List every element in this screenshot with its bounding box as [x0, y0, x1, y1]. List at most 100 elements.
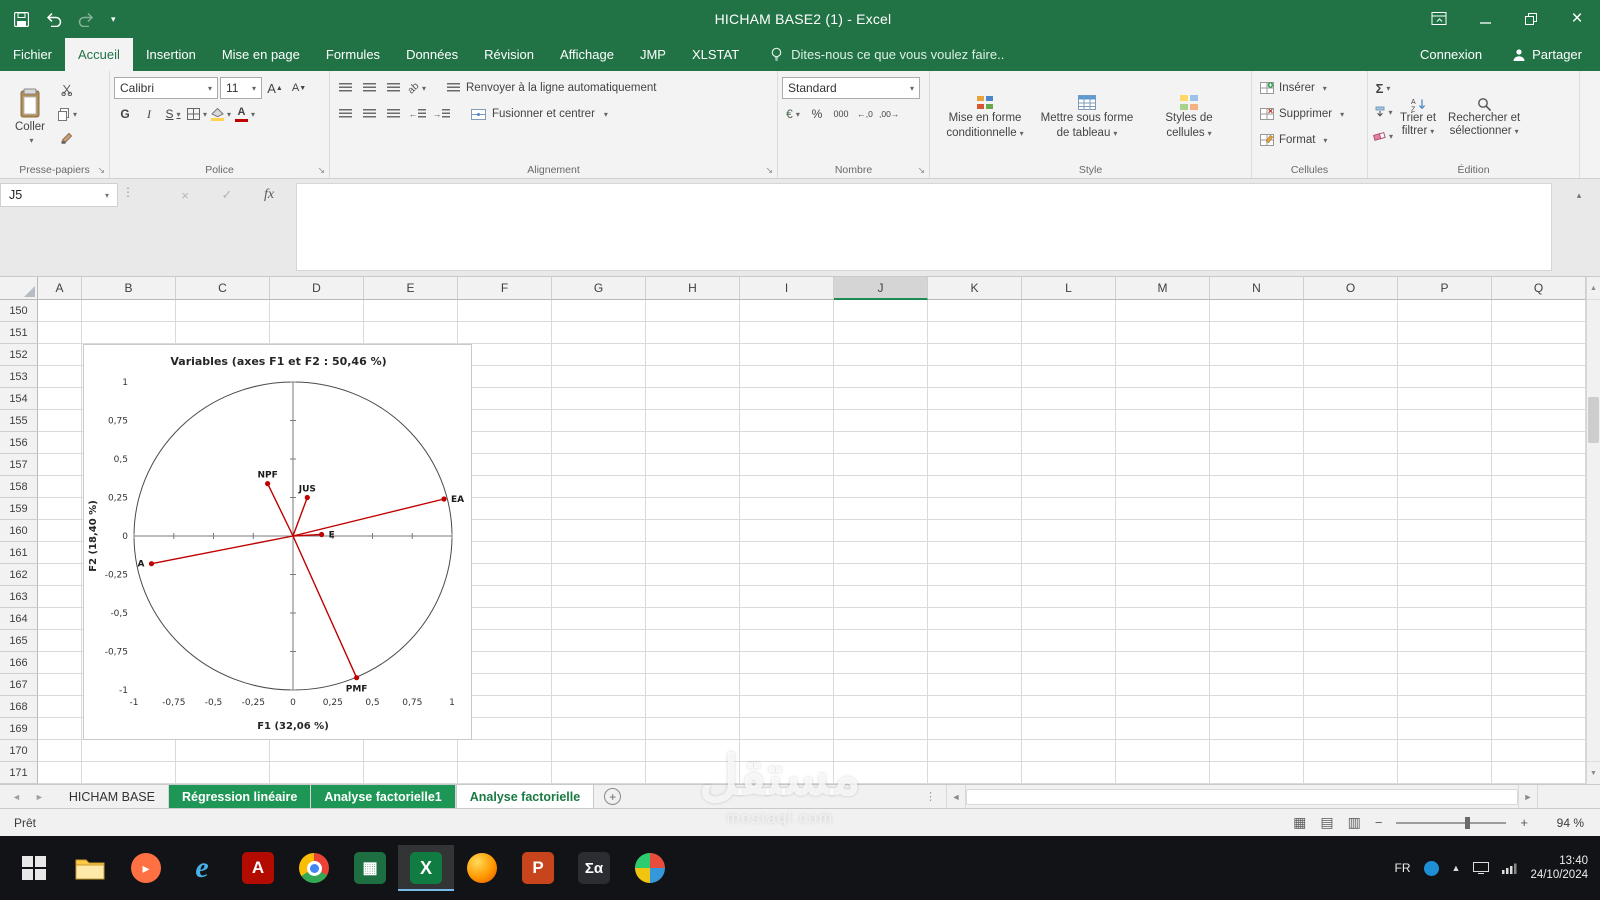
- ribbon-tab-formules[interactable]: Formules: [313, 38, 393, 71]
- grid-column-A[interactable]: [38, 300, 82, 784]
- insert-cells-button[interactable]: Insérer ▾: [1256, 75, 1363, 101]
- ribbon-tab-donn-es[interactable]: Données: [393, 38, 471, 71]
- row-header-156[interactable]: 156: [0, 432, 38, 454]
- start-button[interactable]: [6, 845, 62, 891]
- grid-column-L[interactable]: [1022, 300, 1116, 784]
- grid-column-J[interactable]: [834, 300, 928, 784]
- ribbon-display-options-button[interactable]: [1416, 0, 1462, 38]
- row-header-165[interactable]: 165: [0, 630, 38, 652]
- underline-button[interactable]: S ▾: [162, 103, 184, 125]
- chrome-icon[interactable]: [286, 845, 342, 891]
- name-box[interactable]: J5 ▾: [0, 183, 118, 207]
- increase-decimal-button[interactable]: ←,0: [854, 103, 876, 125]
- vertical-scrollbar[interactable]: ▲ ▼: [1586, 277, 1600, 784]
- insert-function-button[interactable]: fx: [252, 183, 286, 207]
- network-icon[interactable]: [1502, 863, 1517, 874]
- column-header-G[interactable]: G: [552, 277, 646, 300]
- powerpoint-icon[interactable]: P: [510, 845, 566, 891]
- row-header-159[interactable]: 159: [0, 498, 38, 520]
- grid-column-N[interactable]: [1210, 300, 1304, 784]
- clear-button[interactable]: ▾: [1372, 125, 1394, 147]
- column-header-A[interactable]: A: [38, 277, 82, 300]
- column-header-F[interactable]: F: [458, 277, 552, 300]
- cut-button[interactable]: [56, 79, 78, 101]
- align-left-button[interactable]: [334, 103, 356, 125]
- row-header-170[interactable]: 170: [0, 740, 38, 762]
- row-header-167[interactable]: 167: [0, 674, 38, 696]
- page-break-view-button[interactable]: ▥: [1348, 814, 1361, 831]
- add-sheet-button[interactable]: +: [604, 788, 622, 805]
- row-header-154[interactable]: 154: [0, 388, 38, 410]
- minimize-button[interactable]: [1462, 0, 1508, 38]
- zoom-level[interactable]: 94 %: [1542, 816, 1584, 830]
- row-header-169[interactable]: 169: [0, 718, 38, 740]
- row-header-163[interactable]: 163: [0, 586, 38, 608]
- number-dialog-launcher[interactable]: ↘: [917, 166, 925, 175]
- format-painter-button[interactable]: [56, 127, 78, 149]
- decrease-font-button[interactable]: A ▼: [288, 77, 310, 99]
- ribbon-tab-mise-en-page[interactable]: Mise en page: [209, 38, 313, 71]
- align-center-button[interactable]: [358, 103, 380, 125]
- font-name-select[interactable]: Calibri ▾: [114, 77, 218, 99]
- tab-splitter-handle[interactable]: ⋮: [915, 785, 946, 808]
- alignment-dialog-launcher[interactable]: ↘: [765, 166, 773, 175]
- display-icon[interactable]: [1473, 862, 1490, 874]
- font-color-button[interactable]: A ▾: [234, 103, 256, 125]
- grid-column-G[interactable]: [552, 300, 646, 784]
- column-header-I[interactable]: I: [740, 277, 834, 300]
- restore-button[interactable]: [1508, 0, 1554, 38]
- ribbon-tab-r-vision[interactable]: Révision: [471, 38, 547, 71]
- grid-column-K[interactable]: [928, 300, 1022, 784]
- zoom-in-button[interactable]: +: [1520, 815, 1528, 830]
- decrease-indent-button[interactable]: ←: [406, 103, 428, 125]
- align-right-button[interactable]: [382, 103, 404, 125]
- customize-qat-button[interactable]: ▾: [111, 14, 116, 25]
- tell-me-search[interactable]: Dites-nous ce que vous voulez faire..: [770, 38, 1004, 71]
- increase-font-button[interactable]: A ▲: [264, 77, 286, 99]
- row-header-171[interactable]: 171: [0, 762, 38, 784]
- row-header-164[interactable]: 164: [0, 608, 38, 630]
- scroll-left-button[interactable]: ◄: [946, 785, 966, 808]
- column-header-M[interactable]: M: [1116, 277, 1210, 300]
- undo-button[interactable]: [45, 12, 62, 27]
- formula-bar-handle[interactable]: ⋮: [122, 185, 134, 199]
- align-top-button[interactable]: [334, 77, 356, 99]
- previous-sheet-button[interactable]: ◄: [12, 792, 21, 802]
- horizontal-scrollbar[interactable]: [966, 788, 1518, 805]
- fill-color-button[interactable]: ▾: [210, 103, 232, 125]
- column-header-O[interactable]: O: [1304, 277, 1398, 300]
- column-header-Q[interactable]: Q: [1492, 277, 1586, 300]
- fill-button[interactable]: ▾: [1372, 101, 1394, 123]
- column-header-L[interactable]: L: [1022, 277, 1116, 300]
- notification-icon[interactable]: [1423, 860, 1439, 876]
- formula-input[interactable]: [296, 183, 1552, 271]
- app-icon-green[interactable]: ▦: [342, 845, 398, 891]
- cell-styles-button[interactable]: Styles de cellules ▾: [1138, 75, 1240, 159]
- media-player-icon[interactable]: ▸: [118, 845, 174, 891]
- row-header-150[interactable]: 150: [0, 300, 38, 322]
- row-header-161[interactable]: 161: [0, 542, 38, 564]
- paste-button[interactable]: Coller ▾: [4, 75, 56, 157]
- firefox-icon[interactable]: [454, 845, 510, 891]
- grid-column-P[interactable]: [1398, 300, 1492, 784]
- collapse-formula-bar-button[interactable]: ▴: [1566, 185, 1592, 205]
- row-header-155[interactable]: 155: [0, 410, 38, 432]
- row-header-158[interactable]: 158: [0, 476, 38, 498]
- grid-column-H[interactable]: [646, 300, 740, 784]
- percent-style-button[interactable]: %: [806, 103, 828, 125]
- excel-icon[interactable]: X: [398, 845, 454, 891]
- internet-explorer-icon[interactable]: e: [174, 845, 230, 891]
- row-header-166[interactable]: 166: [0, 652, 38, 674]
- comma-style-button[interactable]: 000: [830, 103, 852, 125]
- column-header-D[interactable]: D: [270, 277, 364, 300]
- zoom-slider[interactable]: [1396, 816, 1507, 829]
- font-size-select[interactable]: 11 ▾: [220, 77, 262, 99]
- italic-button[interactable]: I: [138, 103, 160, 125]
- sheet-tab-hicham-base[interactable]: HICHAM BASE: [56, 785, 169, 808]
- ribbon-tab-jmp[interactable]: JMP: [627, 38, 679, 71]
- page-layout-view-button[interactable]: ▤: [1320, 814, 1333, 831]
- merge-center-button[interactable]: Fusionner et centrer ▾: [464, 103, 615, 125]
- acrobat-icon[interactable]: A: [230, 845, 286, 891]
- row-header-151[interactable]: 151: [0, 322, 38, 344]
- connexion-link[interactable]: Connexion: [1420, 47, 1482, 62]
